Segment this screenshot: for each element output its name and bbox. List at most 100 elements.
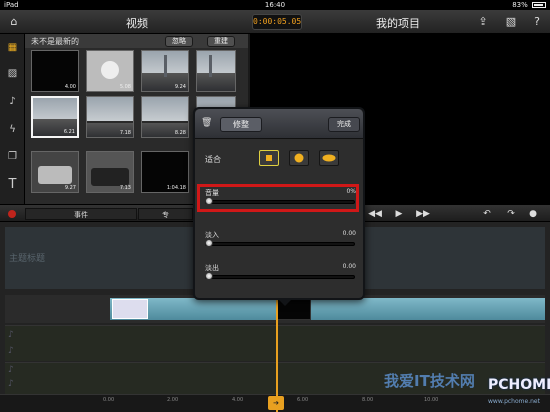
volume-slider-knob[interactable] bbox=[205, 197, 213, 205]
rebuild-button[interactable]: 重建 bbox=[207, 36, 235, 47]
clip-image bbox=[142, 97, 188, 121]
clip-duration: 1:04.18 bbox=[166, 185, 186, 191]
fit-original-icon bbox=[266, 155, 272, 161]
fade-in-value: 0.00 bbox=[342, 230, 356, 237]
clip-duration: 9.27 bbox=[64, 185, 76, 191]
fade-out-value: 0.00 bbox=[342, 263, 356, 270]
home-icon[interactable]: ⌂ bbox=[6, 14, 22, 30]
tab-pro[interactable]: 专 bbox=[138, 208, 193, 220]
media-type-sidebar: ▦ ▨ ♪ ϟ ❐ T bbox=[0, 34, 25, 204]
popover-arrow bbox=[277, 298, 293, 306]
effects-icon[interactable]: ϟ bbox=[5, 122, 20, 137]
volume-slider[interactable] bbox=[205, 200, 355, 204]
clip-thumbnail[interactable]: 8.28 bbox=[141, 96, 189, 138]
fit-wide-button[interactable] bbox=[319, 150, 339, 166]
clip-duration: 9.24 bbox=[174, 84, 186, 90]
battery-icon bbox=[532, 2, 546, 8]
share-icon[interactable]: ⇪ bbox=[475, 14, 491, 30]
help-icon[interactable]: ? bbox=[529, 14, 545, 30]
media-title: 视频 bbox=[126, 17, 148, 30]
photos-icon[interactable]: ▨ bbox=[5, 66, 20, 81]
top-toolbar: ⌂ 视频 0:00:05.05 我的项目 ⇪ ▧ ? bbox=[0, 10, 550, 34]
clip-settings-popover: 🗑 修整 完成 适合 音量 0% 淡入 0.00 淡出 0.00 bbox=[193, 107, 365, 306]
clip-image bbox=[33, 98, 77, 121]
music-note-icon: ♪ bbox=[8, 379, 14, 389]
browser-header: 未不是最新的 忽略 重建 bbox=[25, 34, 248, 48]
tab-trim[interactable]: 修整 bbox=[220, 117, 262, 132]
clip-thumbnail[interactable]: 7.13 bbox=[86, 151, 134, 193]
fit-circle-icon bbox=[294, 153, 304, 163]
ruler-tick: 0.00 bbox=[103, 397, 115, 403]
app-root: iPad 16:40 83% ⌂ 视频 0:00:05.05 我的项目 ⇪ ▧ … bbox=[0, 0, 550, 412]
clip-image bbox=[197, 51, 235, 75]
popover-header: 🗑 修整 完成 bbox=[195, 109, 363, 139]
music-icon[interactable]: ♪ bbox=[5, 94, 20, 109]
video-clip-strip[interactable] bbox=[110, 298, 545, 320]
clip-image bbox=[197, 73, 235, 91]
clip-duration: 7.18 bbox=[119, 130, 131, 136]
clip-duration: 4.00 bbox=[64, 84, 76, 90]
clip-thumbnail[interactable]: 1:04.18 bbox=[141, 151, 189, 193]
clip-duration: 6.21 bbox=[63, 129, 75, 135]
timecode-display: 0:00:05.05 bbox=[252, 14, 302, 30]
ruler-tick: 6.00 bbox=[297, 397, 309, 403]
fast-forward-icon[interactable]: ▶▶ bbox=[416, 208, 430, 220]
title-track-label: 主题标题 bbox=[9, 254, 46, 264]
video-library-icon[interactable]: ▦ bbox=[5, 40, 20, 55]
clip-thumbnail[interactable]: 6.21 bbox=[31, 96, 79, 138]
watermark-text: 我爱IT技术网 bbox=[384, 372, 475, 390]
playhead-handle[interactable]: ➔ bbox=[268, 396, 284, 410]
fade-out-slider[interactable] bbox=[205, 275, 355, 279]
fade-in-slider[interactable] bbox=[205, 242, 355, 246]
music-note-icon: ♪ bbox=[8, 346, 14, 356]
clip-duration: 8.28 bbox=[174, 130, 186, 136]
record-icon[interactable] bbox=[8, 210, 16, 218]
clip-image bbox=[164, 55, 167, 77]
clip-image bbox=[38, 166, 72, 184]
clip-image bbox=[91, 168, 129, 186]
watermark-logo: PCHOME bbox=[488, 377, 550, 393]
clip-image bbox=[87, 97, 133, 121]
clip-thumbnail[interactable]: 9.24 bbox=[141, 50, 189, 92]
battery-status: 83% bbox=[512, 0, 546, 10]
fit-wide-icon bbox=[322, 154, 336, 162]
ruler-tick: 8.00 bbox=[362, 397, 374, 403]
fade-out-slider-knob[interactable] bbox=[205, 272, 213, 280]
clock: 16:40 bbox=[264, 1, 286, 9]
ruler-tick: 10.00 bbox=[424, 397, 439, 403]
fade-in-slider-knob[interactable] bbox=[205, 239, 213, 247]
done-button[interactable]: 完成 bbox=[328, 117, 360, 132]
tab-events[interactable]: 事件 bbox=[25, 208, 137, 220]
status-bar: iPad 16:40 83% bbox=[0, 0, 550, 10]
fit-original-button[interactable] bbox=[259, 150, 279, 166]
trash-icon[interactable]: 🗑 bbox=[201, 118, 212, 128]
fit-circle-button[interactable] bbox=[289, 150, 309, 166]
rewind-icon[interactable]: ◀◀ bbox=[368, 208, 382, 220]
music-note-icon: ♪ bbox=[8, 330, 14, 340]
play-icon[interactable]: ▶ bbox=[392, 208, 406, 220]
clip-duration: 5.08 bbox=[119, 84, 131, 90]
clip-thumbnail[interactable]: 7.18 bbox=[86, 96, 134, 138]
undo-icon[interactable]: ↶ bbox=[480, 208, 494, 220]
ruler-tick: 4.00 bbox=[232, 397, 244, 403]
clip-thumbnail[interactable]: 9.27 bbox=[31, 151, 79, 193]
text-icon[interactable]: T bbox=[5, 177, 20, 192]
clip-image bbox=[209, 55, 212, 77]
video-clip-thumbnail[interactable] bbox=[112, 299, 148, 319]
volume-value: 0% bbox=[346, 188, 356, 195]
project-settings-icon[interactable]: ▧ bbox=[503, 14, 519, 30]
music-note-icon: ♪ bbox=[8, 365, 14, 375]
volume-highlight bbox=[197, 184, 359, 212]
clip-image bbox=[101, 61, 119, 79]
clip-thumbnail[interactable] bbox=[196, 50, 236, 92]
battery-percent: 83% bbox=[512, 1, 528, 9]
project-title: 我的项目 bbox=[376, 17, 420, 30]
transitions-icon[interactable]: ❐ bbox=[5, 149, 20, 164]
microphone-icon[interactable]: ● bbox=[526, 208, 540, 220]
redo-icon[interactable]: ↷ bbox=[504, 208, 518, 220]
clip-thumbnail[interactable]: 4.00 bbox=[31, 50, 79, 92]
ignore-button[interactable]: 忽略 bbox=[165, 36, 193, 47]
audio-track[interactable]: ♪ ♪ bbox=[5, 325, 545, 361]
clip-thumbnail[interactable]: 5.08 bbox=[86, 50, 134, 92]
watermark-url: www.pchome.net bbox=[488, 398, 540, 405]
